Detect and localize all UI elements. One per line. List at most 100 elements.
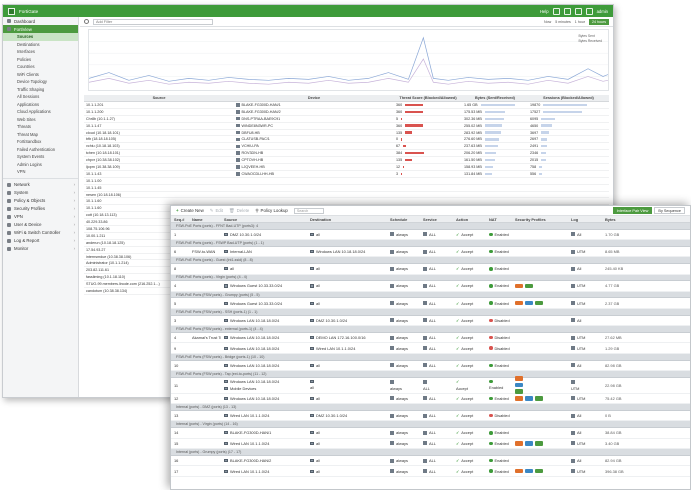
web-filter-icon[interactable] — [525, 441, 533, 446]
ssl-inspection-icon[interactable] — [535, 300, 543, 306]
sidebar-subitem-applications[interactable]: Applications — [3, 101, 78, 109]
policy-lookup-button[interactable]: ⚲ Policy Lookup — [255, 208, 288, 214]
table-row[interactable]: 10.1.1.43 CWAOCDLLHH-HB 3 131.84 MB 556 — [84, 171, 609, 178]
policy-row[interactable]: 5 Windows Guest 10.33.33.0/24 all always ALL… — [171, 298, 690, 309]
tab-by-sequence[interactable]: By Sequence — [654, 207, 685, 214]
av-profile-icon[interactable] — [515, 283, 523, 289]
ssl-inspection-icon[interactable] — [525, 283, 533, 289]
policy-row[interactable]: 15 Wired LAN 10.1.1.0/24 all always ALL ✓ Acce… — [171, 439, 690, 450]
section-header[interactable]: FSW-PoE Ports (FSW ports) - Tap (ext-to-… — [171, 371, 690, 378]
policy-row[interactable]: 13 Wired LAN 10.1.1.0/24 DMZ 10.30.1.0/24 a… — [171, 411, 690, 422]
search-input[interactable]: Search — [293, 207, 324, 214]
table-row[interactable]: tchen (10.18.18.101) ROV3DN-HB 384 206.20 M… — [84, 150, 609, 158]
policy-row[interactable]: 12 Windows LAN 10.18.18.0/24 all always ALL ✓… — [171, 394, 690, 405]
web-filter-icon[interactable] — [515, 382, 523, 388]
sidebar-item-system[interactable]: System › — [3, 189, 78, 197]
sidebar-subitem-admin-logins[interactable]: Admin Logins — [3, 161, 78, 169]
table-row[interactable]: vchiu (10.18.18.103) VCHIU-PA 67 237.63 MB 2… — [84, 143, 609, 151]
sidebar-subitem-vpn[interactable]: VPN — [3, 168, 78, 176]
create-new-button[interactable]: + Create New — [176, 208, 204, 213]
sidebar-item-fortiview[interactable]: FortiView — [3, 25, 78, 33]
sidebar-subitem-fortisandbox[interactable]: FortiSandbox — [3, 138, 78, 146]
policy-row[interactable]: 4 Windows Guest 10.33.33.0/24 all always ALL… — [171, 281, 690, 292]
col-bytes[interactable]: Bytes — [602, 217, 690, 222]
sidebar-subitem-interfaces[interactable]: Interfaces — [3, 48, 78, 56]
table-row[interactable]: 10.1.1.201 BLAKE-FG300D-HAN/1 360 1.65 GB 19… — [84, 102, 609, 109]
section-header[interactable]: FSW-PoE Ports (ports) - Virgin (ports) (… — [171, 274, 690, 282]
sidebar-item-dashboard[interactable]: Dashboard — [3, 17, 78, 25]
policy-row[interactable]: 10 Windows LAN 10.18.18.0/24 all always ALL ✓… — [171, 361, 690, 372]
col-source[interactable]: Source — [221, 217, 307, 222]
section-header[interactable]: Internal (ports) - DMZ (ports) (13 - 13) — [171, 404, 690, 411]
section-header[interactable]: Internal (ports) - Virgin (ports) (14 - … — [171, 421, 690, 429]
col-schedule[interactable]: Schedule — [387, 217, 420, 222]
col-threat[interactable]: Threat Score (Blocked/Allowed) — [394, 96, 462, 100]
col-action[interactable]: Action — [453, 217, 486, 222]
col-nat[interactable]: NAT — [486, 217, 512, 222]
user-menu[interactable]: admin — [597, 9, 608, 14]
policy-row[interactable]: 16 BLAKE-FG300D-HAN/2 all always ALL ✓ Accept E… — [171, 456, 690, 467]
sidebar-subitem-policies[interactable]: Policies — [3, 56, 78, 64]
section-header[interactable]: FSW-PoE Ports (FSW ports) - Bridge (port… — [171, 353, 690, 361]
sidebar-subitem-device-topology[interactable]: Device Topology — [3, 78, 78, 86]
notification-icon[interactable] — [574, 7, 582, 15]
time-now[interactable]: Now — [544, 20, 551, 24]
table-row[interactable]: 10.1.1.00 — [84, 178, 609, 185]
sidebar-item-security-profiles[interactable]: Security Profiles › — [3, 205, 78, 213]
col-device[interactable]: Device — [234, 96, 394, 100]
section-header[interactable]: FSW-PoE Ports (ports) - FSWP Bad-UTP (po… — [171, 240, 690, 247]
table-row[interactable]: chpvr (10.38.38.102) CPTOVH-HB 135 161.50 M… — [84, 157, 609, 165]
av-profile-icon[interactable] — [515, 396, 523, 401]
av-profile-icon[interactable] — [515, 468, 523, 474]
sidebar-item-vpn[interactable]: VPN › — [3, 213, 78, 221]
col-sessions[interactable]: Sessions (Blocked/Allowed) — [528, 96, 609, 100]
col-log[interactable]: Log — [568, 217, 602, 222]
edit-button[interactable]: ✎ Edit — [210, 208, 223, 214]
fullscreen-icon[interactable] — [563, 7, 571, 15]
section-header[interactable]: FSW-PoE Ports (ports) - Guest (int1-ssid… — [171, 257, 690, 264]
time-1hour[interactable]: 1 hour — [575, 20, 585, 24]
col-bytes[interactable]: Bytes (Sent/Received) — [462, 96, 528, 100]
policy-row[interactable]: 17 Wired LAN 10.1.1.0/24 all always ALL ✓ Acce… — [171, 466, 690, 478]
table-row[interactable]: 10.1.1.200 BLAKE-FG300D-HAN/2 360 175.53 MB… — [84, 109, 609, 116]
ssl-inspection-icon[interactable] — [515, 389, 523, 394]
policy-row[interactable]: 6 FSW-to-WAN Internal-LAN Windows LAN 10.18… — [171, 247, 690, 258]
web-filter-icon[interactable] — [525, 300, 533, 306]
delete-button[interactable]: 🗑 Delete — [229, 208, 249, 214]
sidebar-subitem-countries[interactable]: Countries — [3, 63, 78, 71]
sidebar-subitem-cloud-applications[interactable]: Cloud Applications — [3, 108, 78, 116]
policy-row[interactable]: 1 DMZ 10.30.1.0/24 all always ALL ✓ Accept Enab… — [171, 230, 690, 241]
policy-row[interactable]: 3 Windows LAN 10.18.18.0/24 DMZ 10.30.1.0/… — [171, 316, 690, 327]
sidebar-subitem-destinations[interactable]: Destinations — [3, 41, 78, 49]
table-row[interactable]: 10.1.1.47 WINDE8N3WR-PC 360 255.02 MB 4650 — [84, 123, 609, 130]
section-header[interactable]: FSW-PoE Ports (FSW ports) - Grumpy (port… — [171, 291, 690, 299]
policy-row[interactable]: 9 Windows LAN 10.18.18.0/24 Wired LAN 10.1… — [171, 343, 690, 354]
sidebar-subitem-traffic-shaping[interactable]: Traffic Shaping — [3, 86, 78, 94]
col-name[interactable]: Name — [189, 217, 221, 222]
ssl-inspection-icon[interactable] — [535, 441, 543, 446]
sidebar-item-user-device[interactable]: User & Device › — [3, 221, 78, 229]
table-row[interactable]: Chr8b (10.1.1.27) DNS-PTRAA-BAE9C91 5 302.3… — [84, 116, 609, 123]
sidebar-item-wifi-switch-controller[interactable]: WiFi & Switch Controller › — [3, 229, 78, 237]
av-profile-icon[interactable] — [515, 376, 523, 381]
sidebar-subitem-sources[interactable]: Sources — [3, 33, 78, 41]
refresh-icon[interactable] — [84, 19, 89, 24]
col-service[interactable]: Service — [420, 217, 453, 222]
policy-row[interactable]: 4 Akamai's Trust Team DEMO LAN Windows LAN… — [171, 333, 690, 344]
col-destination[interactable]: Destination — [307, 217, 387, 222]
col-source[interactable]: Source — [84, 96, 234, 100]
sidebar-subitem-web-sites[interactable]: Web Sites — [3, 116, 78, 124]
sidebar-item-monitor[interactable]: Monitor › — [3, 245, 78, 253]
help-link[interactable]: Help — [540, 9, 549, 14]
time-24hours-button[interactable]: 24 hours — [589, 18, 609, 25]
table-row[interactable]: 10.1.1.45 — [84, 185, 609, 192]
sidebar-subitem-threats[interactable]: Threats — [3, 123, 78, 131]
user-icon[interactable] — [585, 7, 593, 15]
policy-row[interactable]: 8 all all always ALL ✓ Accept Enabled All 245.40 … — [171, 264, 690, 275]
av-profile-icon[interactable] — [515, 300, 523, 306]
sidebar-item-policy-objects[interactable]: Policy & Objects › — [3, 197, 78, 205]
table-row[interactable]: cloud (10.18.18.101) DBFU8.HB 135 283.92 MB… — [84, 130, 609, 137]
web-filter-icon[interactable] — [525, 396, 533, 401]
sidebar-subitem-threat-map[interactable]: Threat Map — [3, 131, 78, 139]
table-row[interactable]: bfb (18.18.18.105) CLATUSB-PAC/1 0 276.60 M… — [84, 136, 609, 144]
